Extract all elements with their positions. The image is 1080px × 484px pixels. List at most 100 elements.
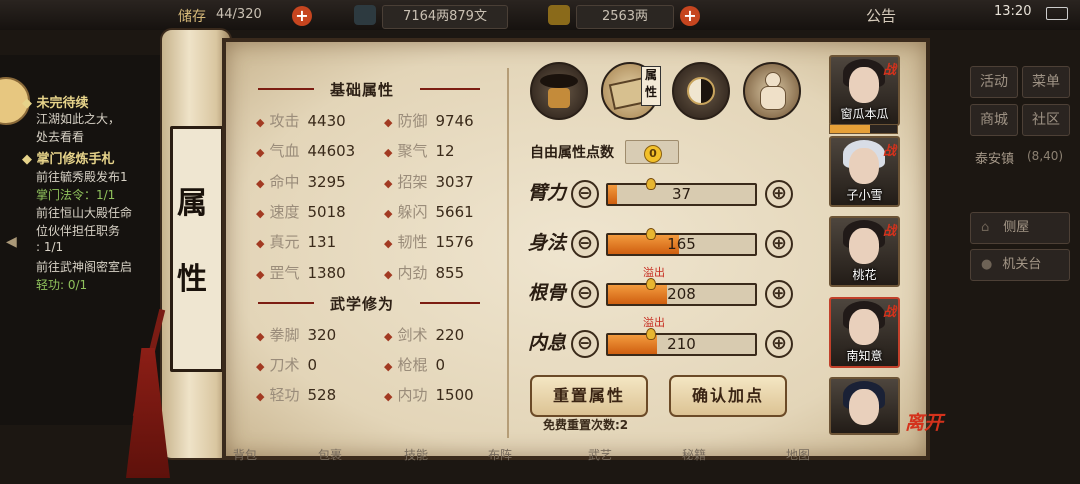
quest-panel[interactable]: ◀ ◆ 未完待续 江湖如此之大， 处去看看 ◆ 掌门修炼手札 前往毓秀殿发布1 … bbox=[0, 55, 162, 425]
bottom-menu-item[interactable]: 地图 bbox=[786, 446, 810, 484]
attr-dodge: ◆ 躲闪 5661 bbox=[384, 203, 474, 221]
gold-add-button[interactable]: + bbox=[680, 6, 700, 26]
stat-decrease-button[interactable]: ⊖ bbox=[571, 230, 599, 258]
martial-lightness: ◆ 轻功 528 bbox=[256, 386, 337, 404]
stat-decrease-button[interactable]: ⊖ bbox=[571, 330, 599, 358]
bottom-menu-item[interactable]: 武艺 bbox=[588, 446, 612, 484]
stat-value: 165 bbox=[667, 235, 696, 253]
quest-line: 掌门法令：1/1 bbox=[36, 188, 116, 202]
event-button[interactable]: 活动 bbox=[970, 66, 1018, 98]
stat-increase-button[interactable]: ⊕ bbox=[765, 280, 793, 308]
attr-value: 1500 bbox=[435, 386, 474, 404]
attr-label: 攻击 bbox=[269, 112, 300, 130]
attr-hp: ◆ 气血 44603 bbox=[256, 142, 356, 160]
attr-attack: ◆ 攻击 4430 bbox=[256, 112, 346, 130]
room-mechanism[interactable]: ● 机关台 bbox=[970, 249, 1070, 281]
attr-label: 聚气 bbox=[397, 142, 428, 160]
top-bar: 储存 44/320 + 7164两879文 2563两 + 公告 13:20 bbox=[0, 0, 1080, 30]
scroll-title-char: 性 bbox=[177, 262, 207, 297]
attr-value: 12 bbox=[435, 142, 455, 160]
martial-fist: ◆ 拳脚 320 bbox=[256, 326, 337, 344]
attr-label: 内劲 bbox=[397, 264, 428, 282]
martial-spear: ◆ 枪棍 0 bbox=[384, 356, 446, 374]
quest-line: 前往武神阁密室启 bbox=[36, 260, 133, 274]
attr-true-energy: ◆ 真元 131 bbox=[256, 233, 337, 251]
confirm-points-button[interactable]: 确认加点 bbox=[669, 375, 787, 417]
room-side-house[interactable]: ⌂ 侧屋 bbox=[970, 212, 1070, 244]
storage-add-button[interactable]: + bbox=[292, 6, 312, 26]
member-name: 窗瓜本瓜 bbox=[840, 107, 889, 121]
member-exp-bar bbox=[829, 124, 898, 134]
location-name: 泰安镇 bbox=[975, 152, 1015, 167]
gear-icon: ● bbox=[981, 257, 993, 272]
bottom-menu-item[interactable]: 秘籍 bbox=[682, 446, 706, 484]
section-rule bbox=[420, 88, 480, 90]
attr-value: 4430 bbox=[307, 112, 346, 130]
attr-label: 防御 bbox=[397, 112, 428, 130]
bottom-menu-item[interactable]: 布阵 bbox=[488, 446, 512, 484]
attr-value: 3295 bbox=[307, 173, 346, 191]
leave-button[interactable]: 离开 bbox=[905, 408, 943, 435]
stat-marker bbox=[646, 178, 656, 190]
section-rule bbox=[420, 302, 480, 304]
team-member[interactable]: 战南知意 bbox=[829, 297, 900, 368]
stat-decrease-button[interactable]: ⊖ bbox=[571, 280, 599, 308]
bottom-menu-item[interactable]: 背包 bbox=[233, 446, 257, 484]
community-button[interactable]: 社区 bbox=[1022, 104, 1070, 136]
member-name: 桃花 bbox=[852, 268, 877, 282]
attr-hit: ◆ 命中 3295 bbox=[256, 173, 346, 191]
stat-increase-button[interactable]: ⊕ bbox=[765, 330, 793, 358]
attr-label: 刀术 bbox=[269, 356, 300, 374]
scroll-title-char: 属 bbox=[177, 186, 207, 221]
attr-value: 320 bbox=[307, 326, 337, 344]
storage-value: 44/320 bbox=[216, 7, 262, 22]
quest-line: 前往恒山大殿任命 bbox=[36, 206, 133, 220]
hat-icon[interactable] bbox=[530, 62, 588, 120]
attr-speed: ◆ 速度 5018 bbox=[256, 203, 346, 221]
battle-tag: 战 bbox=[882, 144, 896, 159]
free-points-label: 自由属性点数 bbox=[530, 145, 614, 161]
bagua-icon[interactable] bbox=[672, 62, 730, 120]
basic-attrs-title: 基础属性 bbox=[330, 81, 395, 99]
money-display: 7164两879文 bbox=[382, 5, 508, 29]
bottom-menu-item[interactable]: 技能 bbox=[404, 446, 428, 484]
collapse-arrow-icon[interactable]: ◀ bbox=[6, 234, 17, 250]
house-icon: ⌂ bbox=[981, 220, 990, 235]
quest-line: 处去看看 bbox=[36, 130, 85, 144]
announcement-button[interactable]: 公告 bbox=[866, 5, 896, 26]
figure-icon[interactable] bbox=[743, 62, 801, 120]
attr-value: 220 bbox=[435, 326, 465, 344]
bottom-menu-item[interactable]: 包裹 bbox=[318, 446, 342, 484]
silver-icon bbox=[354, 5, 376, 25]
stat-marker bbox=[646, 278, 656, 290]
reset-attributes-button[interactable]: 重置属性 bbox=[530, 375, 648, 417]
quest-line: 江湖如此之大， bbox=[36, 112, 121, 126]
stat-value: 208 bbox=[667, 285, 696, 303]
gold-ingot-icon bbox=[548, 5, 570, 25]
panel-divider bbox=[507, 68, 509, 438]
martial-sword: ◆ 剑术 220 bbox=[384, 326, 465, 344]
shop-button[interactable]: 商城 bbox=[970, 104, 1018, 136]
attr-label: 内功 bbox=[397, 386, 428, 404]
quest-line: 轻功: 0/1 bbox=[36, 278, 88, 292]
attr-value: 1576 bbox=[435, 233, 474, 251]
attr-value: 1380 bbox=[307, 264, 346, 282]
stat-increase-button[interactable]: ⊕ bbox=[765, 180, 793, 208]
menu-button[interactable]: 菜单 bbox=[1022, 66, 1070, 98]
attr-label: 枪棍 bbox=[397, 356, 428, 374]
stat-bar: 208 bbox=[606, 283, 757, 306]
attr-label: 速度 bbox=[269, 203, 300, 221]
attr-toughness: ◆ 韧性 1576 bbox=[384, 233, 474, 251]
team-member[interactable]: 战桃花 bbox=[829, 216, 900, 287]
stat-increase-button[interactable]: ⊕ bbox=[765, 230, 793, 258]
section-rule bbox=[258, 88, 314, 90]
team-member[interactable]: 战子小雪 bbox=[829, 136, 900, 207]
team-member[interactable] bbox=[829, 377, 900, 435]
tab-active-label: 属性 bbox=[641, 66, 661, 106]
free-reset-count: 免费重置次数:2 bbox=[543, 418, 629, 432]
attr-defense: ◆ 防御 9746 bbox=[384, 112, 474, 130]
battle-tag: 战 bbox=[882, 305, 896, 320]
team-member[interactable]: 战窗瓜本瓜 bbox=[829, 55, 900, 126]
attr-label: 真元 bbox=[269, 233, 300, 251]
stat-decrease-button[interactable]: ⊖ bbox=[571, 180, 599, 208]
